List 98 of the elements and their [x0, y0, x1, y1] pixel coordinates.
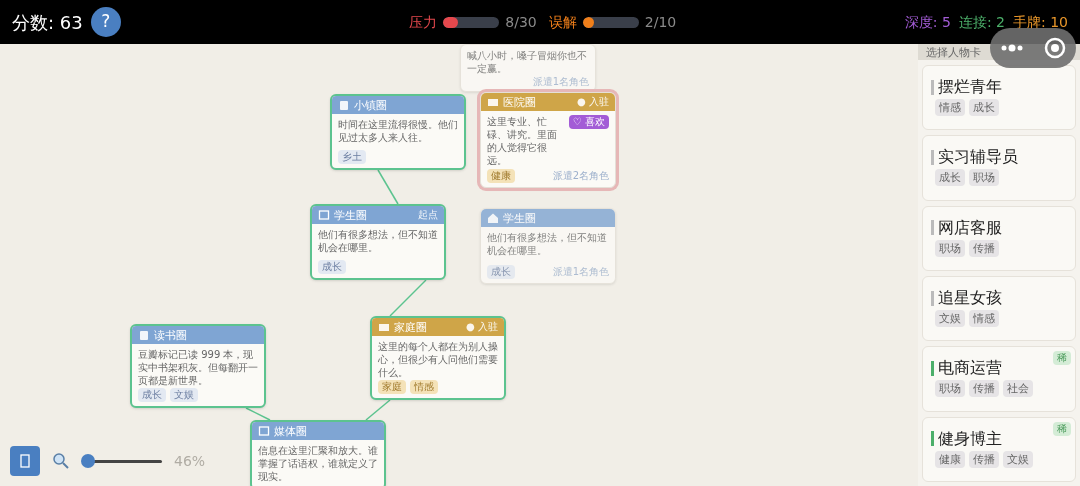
status-label: 起点 [418, 210, 438, 220]
tag: 传播 [969, 239, 999, 257]
circle-card[interactable]: 家庭圈 ● 入驻 这里的每个人都在为别人操心，但很少有人问他们需要什么。 家庭 情感 [370, 316, 506, 400]
screen-icon [258, 425, 270, 437]
tag: 职场 [935, 239, 965, 257]
card-description: 喊八小时，嗓子冒烟你也不一定赢。 [467, 49, 588, 75]
character-name: 摆烂青年 [938, 79, 1002, 96]
tag: 职场 [969, 169, 999, 187]
rare-badge: 稀 [1053, 351, 1071, 366]
mode-button[interactable] [10, 446, 40, 476]
card-description: 他们有很多想法，但不知道机会在哪里。 [318, 228, 438, 254]
like-chip: ♡ 喜欢 [568, 115, 609, 129]
accent-bar [931, 79, 934, 95]
house-icon [487, 212, 499, 224]
character-card[interactable]: 摆烂青年 情感 成长 [922, 65, 1076, 131]
score-text: 分数: 63 [12, 10, 83, 35]
meter-reading: 2/10 [644, 12, 677, 32]
circle-card[interactable]: 学生圈 他们有很多想法，但不知道机会在哪里。 成长 派遣1名角色 [480, 208, 616, 284]
connection-line [377, 169, 399, 205]
card-description: 信息在这里汇聚和放大。谁掌握了话语权，谁就定义了现实。 [258, 444, 378, 483]
panel-title: 选择人物卡 [926, 46, 981, 58]
character-name: 追星女孩 [938, 290, 1002, 307]
stat-text: 连接: 2 [958, 12, 1005, 32]
circle-card[interactable]: 小镇圈 时间在这里流得很慢。他们见过太多人来人往。 乡土 [330, 94, 466, 170]
accent-bar [931, 431, 934, 447]
card-title: 学生圈 [334, 209, 367, 221]
connection-line [245, 407, 271, 421]
character-card[interactable]: 网店客服 职场 传播 [922, 205, 1076, 271]
card-title: 媒体圈 [274, 425, 307, 437]
card-title: 家庭圈 [394, 321, 427, 333]
target-icon[interactable] [1043, 37, 1066, 59]
character-name: 健身博主 [938, 430, 1002, 447]
tag: 文娱 [1003, 450, 1033, 468]
card-description: 这里专业、忙碌、讲究。里面的人觉得它很远。 [487, 115, 558, 167]
square-icon [20, 454, 30, 468]
character-card[interactable]: 追星女孩 文娱 情感 [922, 276, 1076, 342]
menu-capsule[interactable] [990, 28, 1076, 68]
character-name: 电商运营 [938, 360, 1002, 377]
character-card[interactable]: 稀 健身博主 健康 传播 文娱 [922, 416, 1076, 482]
tag: 健康 [935, 450, 965, 468]
meter-reading: 8/30 [505, 12, 537, 32]
card-title: 医院圈 [503, 96, 536, 108]
tag: 家庭 [378, 380, 406, 394]
character-card[interactable]: 实习辅导员 成长 职场 [922, 135, 1076, 201]
character-name: 实习辅导员 [938, 149, 1018, 166]
stat-text: 手牌: 10 [1013, 12, 1068, 32]
circle-card[interactable]: 学生圈 起点 他们有很多想法，但不知道机会在哪里。 成长 [310, 204, 446, 280]
accent-bar [931, 360, 934, 376]
meter-label: 误解 [548, 12, 577, 32]
search-icon [52, 452, 70, 470]
card-description: 他们有很多想法，但不知道机会在哪里。 [487, 231, 608, 257]
dispatch-note: 派遣2名角色 [552, 171, 609, 181]
tag: 乡土 [338, 150, 366, 164]
character-card[interactable]: 稀 电商运营 职场 传播 社会 [922, 346, 1076, 412]
tag: 社会 [1003, 380, 1033, 398]
dispatch-note: 派遣1名角色 [552, 267, 609, 277]
status-label: ● 入驻 [466, 322, 498, 332]
slider-thumb[interactable] [81, 454, 96, 468]
card-title: 读书圈 [154, 329, 187, 341]
card-title: 学生圈 [503, 212, 536, 224]
status-label: ● 入驻 [577, 97, 609, 107]
meter-label: 压力 [409, 12, 438, 32]
accent-bar [931, 220, 934, 236]
card-title: 小镇圈 [354, 99, 387, 111]
tag: 职场 [935, 380, 965, 398]
tag: 情感 [935, 99, 965, 117]
stat-text: 深度: 5 [904, 12, 951, 32]
circle-card[interactable]: 医院圈 ● 入驻 这里专业、忙碌、讲究。里面的人觉得它很远。 ♡ 喜欢 健康 派遣2名角色 [480, 92, 616, 188]
card-description: 豆瓣标记已读 999 本，现实中书架积灰。但每翻开一页都是新世界。 [138, 348, 258, 387]
character-name: 网店客服 [938, 219, 1002, 236]
card-description: 时间在这里流得很慢。他们见过太多人来人往。 [338, 118, 458, 144]
tag: 成长 [138, 388, 166, 402]
tag: 成长 [318, 260, 346, 274]
accent-bar [931, 290, 934, 306]
connection-line [389, 279, 427, 317]
connection-line [365, 399, 391, 421]
accent-bar [931, 150, 934, 165]
screen-icon [318, 209, 330, 221]
tag: 情感 [969, 310, 999, 328]
tag: 健康 [487, 169, 515, 183]
dispatch-note: 派遣1名角色 [532, 77, 589, 87]
help-button[interactable]: ? [90, 7, 121, 37]
tag: 传播 [969, 380, 999, 398]
circle-card[interactable]: 媒体圈 信息在这里汇聚和放大。谁掌握了话语权，谁就定义了现实。 [250, 420, 386, 486]
tag: 成长 [935, 169, 965, 187]
rare-badge: 稀 [1053, 421, 1071, 436]
zoom-slider[interactable] [82, 453, 162, 469]
tag: 传播 [969, 450, 999, 468]
tag: 成长 [487, 265, 515, 279]
tag: 情感 [410, 380, 438, 394]
zoom-reading: 46% [174, 451, 206, 471]
card-description: 这里的每个人都在为别人操心，但很少有人问他们需要什么。 [378, 340, 498, 379]
tag: 文娱 [170, 388, 198, 402]
tag: 成长 [969, 99, 999, 117]
more-icon[interactable] [1000, 44, 1023, 52]
circle-card[interactable]: 喊八小时，嗓子冒烟你也不一定赢。 派遣1名角色 [460, 44, 596, 92]
circle-card[interactable]: 读书圈 豆瓣标记已读 999 本，现实中书架积灰。但每翻开一页都是新世界。 成长 文娱 [130, 324, 266, 408]
tag: 文娱 [935, 310, 965, 328]
